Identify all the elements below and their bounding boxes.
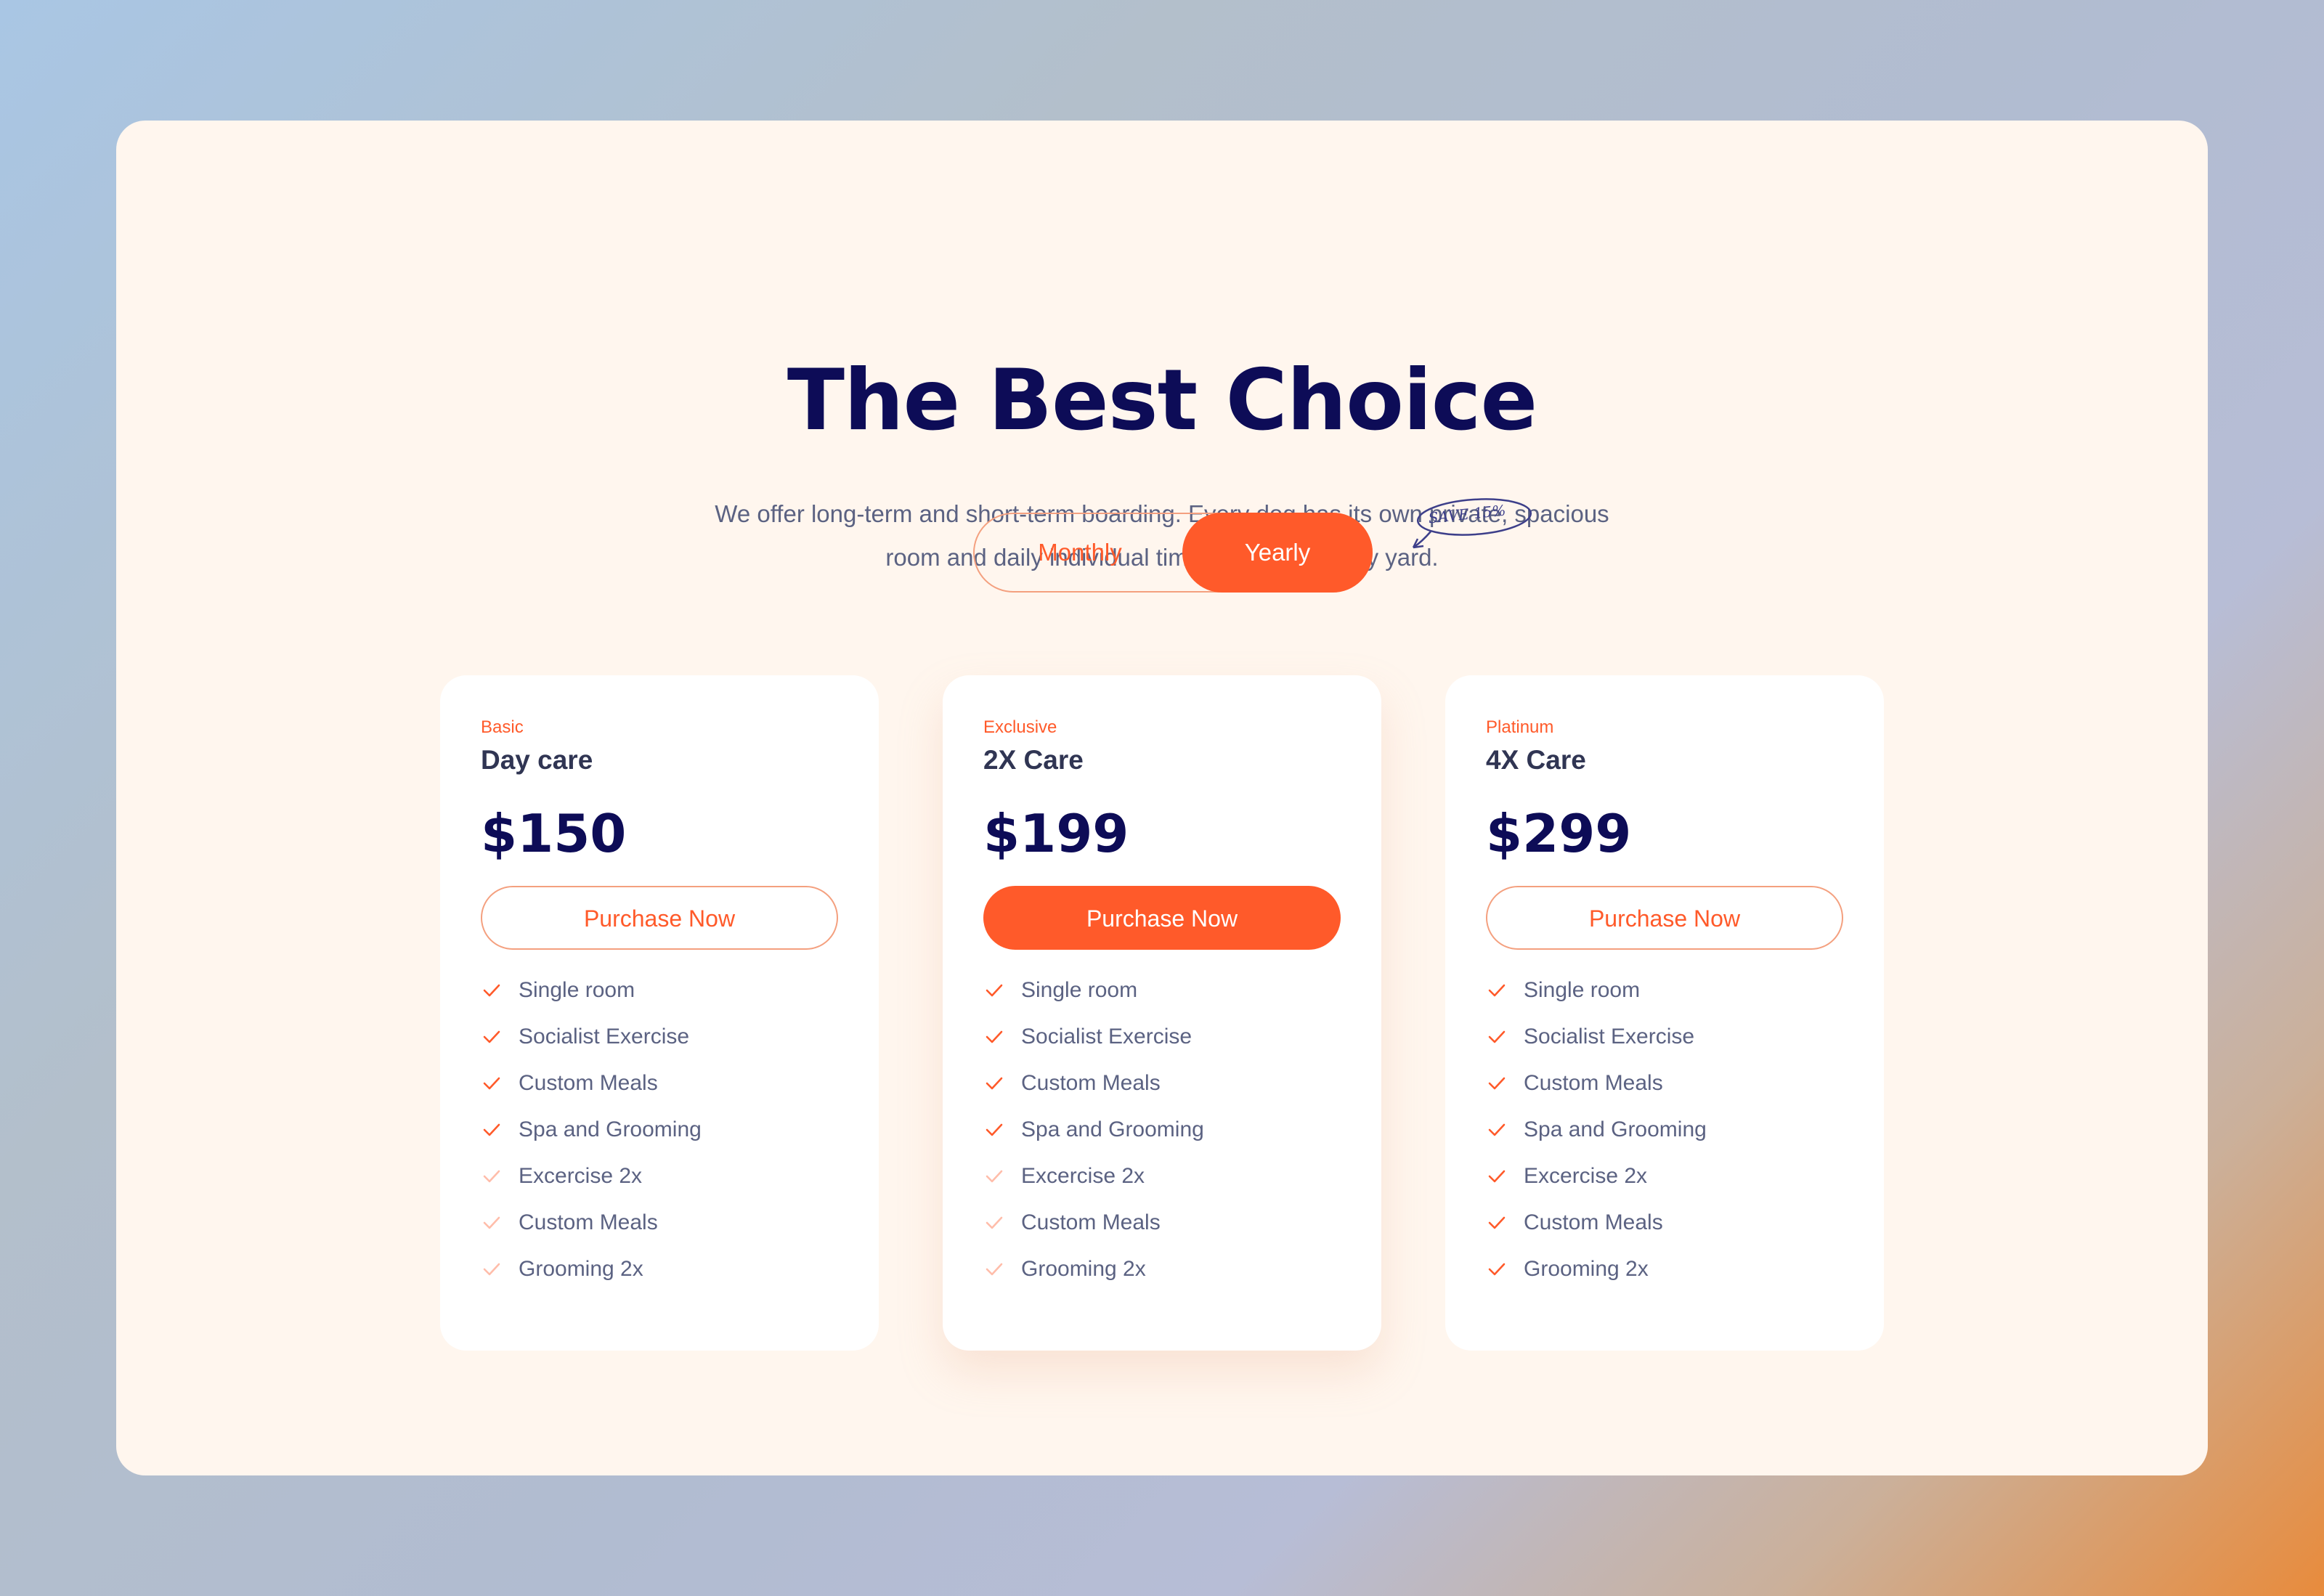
plan-tier: Exclusive xyxy=(983,717,1057,737)
plan-price: $150 xyxy=(481,803,627,864)
toggle-yearly[interactable]: Yearly xyxy=(1182,513,1373,593)
feature-item: Excercise 2x xyxy=(983,1153,1204,1200)
plan-tier: Basic xyxy=(481,717,524,737)
feature-list: Single room Socialist Exercise Custom Meal… xyxy=(1486,967,1707,1292)
check-icon xyxy=(483,1077,500,1090)
plan-name: 2X Care xyxy=(983,745,1084,775)
feature-label: Grooming 2x xyxy=(1021,1257,1146,1281)
feature-list: Single room Socialist Exercise Custom Meal… xyxy=(983,967,1204,1292)
feature-item: Single room xyxy=(481,967,702,1014)
check-icon xyxy=(483,1263,500,1276)
check-icon xyxy=(986,1077,1003,1090)
feature-item: Excercise 2x xyxy=(481,1153,702,1200)
feature-label: Custom Meals xyxy=(519,1071,658,1095)
check-icon xyxy=(986,1123,1003,1136)
feature-item: Spa and Grooming xyxy=(1486,1107,1707,1153)
plan-price: $199 xyxy=(983,803,1129,864)
feature-label: Grooming 2x xyxy=(519,1257,643,1281)
feature-label: Grooming 2x xyxy=(1524,1257,1649,1281)
check-icon xyxy=(483,1123,500,1136)
feature-label: Excercise 2x xyxy=(1021,1164,1145,1188)
feature-item: Spa and Grooming xyxy=(983,1107,1204,1153)
check-icon xyxy=(986,1263,1003,1276)
check-icon xyxy=(483,1170,500,1183)
feature-label: Socialist Exercise xyxy=(1021,1025,1193,1049)
feature-label: Custom Meals xyxy=(1021,1071,1161,1095)
pricing-panel: The Best Choice We offer long-term and s… xyxy=(116,121,2208,1475)
billing-toggle[interactable]: Monthly Yearly xyxy=(973,513,1373,593)
feature-label: Socialist Exercise xyxy=(1524,1025,1695,1049)
feature-label: Custom Meals xyxy=(1524,1210,1663,1234)
feature-item: Custom Meals xyxy=(481,1200,702,1246)
feature-label: Custom Meals xyxy=(1524,1071,1663,1095)
feature-item: Grooming 2x xyxy=(983,1246,1204,1292)
check-icon xyxy=(483,1216,500,1229)
plan-card-platinum: Platinum 4X Care $299 Purchase Now Singl… xyxy=(1445,675,1884,1351)
feature-item: Spa and Grooming xyxy=(481,1107,702,1153)
feature-label: Socialist Exercise xyxy=(519,1025,690,1049)
feature-item: Custom Meals xyxy=(983,1060,1204,1107)
save-badge-bubble xyxy=(1412,498,1532,549)
feature-item: Custom Meals xyxy=(1486,1200,1707,1246)
purchase-button-basic[interactable]: Purchase Now xyxy=(481,886,838,950)
toggle-monthly[interactable]: Monthly xyxy=(975,513,1185,593)
feature-item: Custom Meals xyxy=(1486,1060,1707,1107)
feature-label: Spa and Grooming xyxy=(1021,1117,1204,1141)
feature-label: Single room xyxy=(519,978,635,1002)
purchase-button-platinum[interactable]: Purchase Now xyxy=(1486,886,1843,950)
feature-list: Single room Socialist Exercise Custom Meal… xyxy=(481,967,702,1292)
feature-label: Custom Meals xyxy=(519,1210,658,1234)
check-icon xyxy=(1488,1216,1506,1229)
plan-tier: Platinum xyxy=(1486,717,1554,737)
feature-item: Socialist Exercise xyxy=(481,1014,702,1060)
feature-item: Excercise 2x xyxy=(1486,1153,1707,1200)
purchase-button-exclusive[interactable]: Purchase Now xyxy=(983,886,1341,950)
feature-item: Single room xyxy=(983,967,1204,1014)
feature-item: Socialist Exercise xyxy=(983,1014,1204,1060)
check-icon xyxy=(483,984,500,997)
check-icon xyxy=(1488,1123,1506,1136)
check-icon xyxy=(986,1030,1003,1043)
check-icon xyxy=(1488,1030,1506,1043)
feature-label: Excercise 2x xyxy=(1524,1164,1648,1188)
feature-label: Spa and Grooming xyxy=(1524,1117,1707,1141)
feature-item: Custom Meals xyxy=(481,1060,702,1107)
plan-name: 4X Care xyxy=(1486,745,1586,775)
feature-item: Custom Meals xyxy=(983,1200,1204,1246)
check-icon xyxy=(986,984,1003,997)
check-icon xyxy=(1488,1077,1506,1090)
feature-label: Spa and Grooming xyxy=(519,1117,702,1141)
plan-card-basic: Basic Day care $150 Purchase Now Single … xyxy=(440,675,879,1351)
feature-item: Single room xyxy=(1486,967,1707,1014)
page-title: The Best Choice xyxy=(787,351,1537,449)
feature-label: Single room xyxy=(1524,978,1641,1002)
check-icon xyxy=(986,1216,1003,1229)
feature-label: Custom Meals xyxy=(1021,1210,1161,1234)
check-icon xyxy=(483,1030,500,1043)
feature-item: Socialist Exercise xyxy=(1486,1014,1707,1060)
plan-price: $299 xyxy=(1486,803,1632,864)
check-icon xyxy=(1488,1170,1506,1183)
check-icon xyxy=(1488,984,1506,997)
check-icon xyxy=(986,1170,1003,1183)
plan-name: Day care xyxy=(481,745,593,775)
check-icon xyxy=(1488,1263,1506,1276)
feature-item: Grooming 2x xyxy=(481,1246,702,1292)
plan-card-exclusive: Exclusive 2X Care $199 Purchase Now Sing… xyxy=(943,675,1381,1351)
feature-label: Excercise 2x xyxy=(519,1164,643,1188)
feature-label: Single room xyxy=(1021,978,1138,1002)
feature-item: Grooming 2x xyxy=(1486,1246,1707,1292)
